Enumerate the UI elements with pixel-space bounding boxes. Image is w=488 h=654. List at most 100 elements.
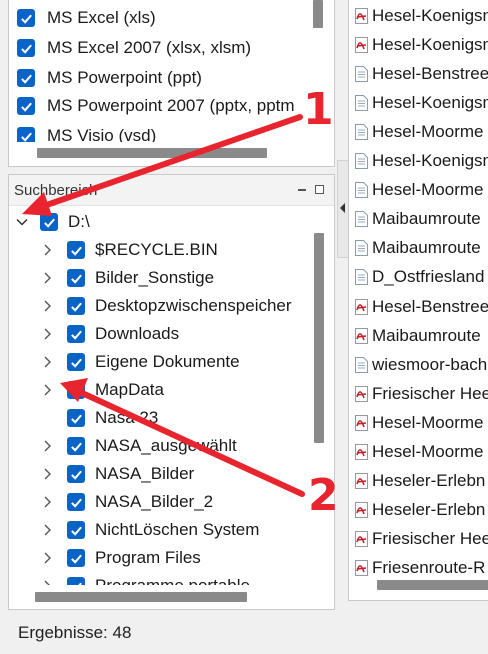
tree-item[interactable]: Nasa 23 [67,404,158,432]
result-item[interactable]: Hesel-Koenigsm [355,147,488,176]
result-item[interactable]: Heseler-Erlebn [355,467,485,496]
checkbox-checked-icon[interactable] [17,9,35,27]
minimize-icon[interactable] [298,189,306,191]
chevron-right-icon[interactable] [41,300,53,312]
tree-item[interactable]: NASA_Bilder [41,460,194,488]
horizontal-scrollbar-thumb[interactable] [37,148,267,158]
result-item[interactable]: Hesel-Moorme [355,117,483,146]
tree-item[interactable]: NichtLöschen System [41,516,259,544]
tree-item[interactable]: NASA_Bilder_2 [41,488,213,516]
chevron-right-icon[interactable] [41,328,53,340]
tree-item-label: Eigene Dokumente [95,352,240,371]
checkbox-checked-icon[interactable] [67,353,85,371]
horizontal-scrollbar-thumb[interactable] [377,580,488,590]
file-types-list: MS Excel (xls) MS Excel 2007 (xlsx, xlsm… [8,0,335,167]
result-item[interactable]: Maibaumroute [355,205,481,234]
result-item-label: Hesel-Moorme [372,121,484,141]
pdf-file-icon [355,298,368,315]
checkbox-checked-icon[interactable] [67,269,85,287]
pdf-file-icon [355,385,368,402]
tree-item[interactable]: Downloads [41,320,179,348]
text-file-icon [355,94,368,111]
tree-item-label: D:\ [68,212,90,231]
tree-item[interactable]: $RECYCLE.BIN [41,236,218,264]
chevron-right-icon[interactable] [41,272,53,284]
checkbox-checked-icon[interactable] [67,241,85,259]
tree-item[interactable]: Eigene Dokumente [41,348,240,376]
pdf-file-icon [355,502,368,519]
result-item[interactable]: Hesel-Koenigsn [355,1,488,30]
tree-item-label: NASA_Bilder_2 [95,492,214,511]
checkbox-checked-icon[interactable] [67,521,85,539]
chevron-right-icon[interactable] [41,244,53,256]
checkbox-checked-icon[interactable] [17,97,35,115]
tree-item-label: NichtLöschen System [95,520,260,539]
checkbox-checked-icon[interactable] [67,493,85,511]
chevron-right-icon[interactable] [41,552,53,564]
result-item[interactable]: Hesel-Benstree [355,292,488,321]
result-item[interactable]: Heseler-Erlebn [355,496,485,525]
checkbox-checked-icon[interactable] [67,409,85,427]
tree-item-label: NASA_ausgewählt [95,436,237,455]
tree-item[interactable]: NASA_ausgewählt [41,432,237,460]
vertical-scrollbar-thumb[interactable] [314,233,324,443]
checkbox-checked-icon[interactable] [40,213,58,231]
result-item[interactable]: D_Ostfriesland [355,263,484,292]
result-item-label: Hesel-Moorme [372,442,484,461]
result-item[interactable]: Hesel-Koenigsm [355,30,488,59]
result-item-label: Maibaumroute [372,238,481,258]
result-item[interactable]: Friesenroute-R [355,554,485,583]
pdf-file-icon [355,473,368,490]
result-item[interactable]: wiesmoor-bach [355,350,487,379]
result-item[interactable]: Hesel-Moorme [355,408,483,437]
tree-item[interactable]: Desktopzwischenspeicher [41,292,292,320]
checkbox-checked-icon[interactable] [17,69,35,87]
tree-item[interactable]: Program Files [41,544,201,572]
checkbox-checked-icon[interactable] [67,465,85,483]
search-area-panel: Suchbereich D:\ $RECYCLE.BIN Bilder_Sons… [8,174,335,610]
tree-root-item[interactable]: D:\ [16,208,90,236]
pdf-file-icon [355,531,368,548]
chevron-right-icon[interactable] [41,496,53,508]
file-type-item[interactable]: MS Excel (xls) [17,4,156,32]
tree-item-label: Program Files [95,548,201,567]
checkbox-checked-icon[interactable] [67,381,85,399]
checkbox-checked-icon[interactable] [17,39,35,57]
chevron-right-icon[interactable] [41,524,53,536]
result-item-label: Friesenroute-R [372,558,486,578]
result-item-label: Hesel-Moorme [372,180,484,200]
file-type-label: MS Powerpoint (ppt) [47,68,202,87]
result-item[interactable]: Hesel-Moorme [355,176,483,205]
result-item[interactable]: Maibaumroute [355,321,481,350]
checkbox-checked-icon[interactable] [67,325,85,343]
tree-item[interactable]: Bilder_Sonstige [41,264,214,292]
file-type-item[interactable]: MS Powerpoint 2007 (pptx, pptm [17,92,295,120]
text-file-icon [355,240,368,257]
result-item[interactable]: Maibaumroute [355,234,481,263]
chevron-right-icon[interactable] [41,384,53,396]
result-item[interactable]: Friesischer Hee [355,379,488,408]
result-item[interactable]: Hesel-Moorme [355,438,483,467]
tree-item-label: Desktopzwischenspeicher [95,296,292,315]
file-type-item[interactable]: MS Excel 2007 (xlsx, xlsm) [17,34,251,62]
annotation-number-2: 2 [308,470,339,521]
checkbox-checked-icon[interactable] [67,297,85,315]
result-item[interactable]: Hesel-Benstree [355,59,488,88]
file-type-item[interactable]: MS Powerpoint (ppt) [17,64,202,92]
search-area-header: Suchbereich [9,175,334,206]
chevron-right-icon[interactable] [41,440,53,452]
tree-item[interactable]: MapData [41,376,164,404]
result-item[interactable]: Friesischer Hee [355,525,488,554]
checkbox-checked-icon[interactable] [67,549,85,567]
checkbox-checked-icon[interactable] [67,437,85,455]
result-item[interactable]: Hesel-Koenigsm [355,88,488,117]
collapse-left-icon[interactable] [340,203,346,213]
status-bar: Ergebnisse: 48 [0,612,488,654]
chevron-right-icon[interactable] [41,356,53,368]
vertical-scrollbar-thumb[interactable] [313,0,323,28]
chevron-down-icon[interactable] [16,216,28,228]
maximize-icon[interactable] [315,185,324,194]
result-item-label: Hesel-Koenigsn [372,5,488,25]
chevron-right-icon[interactable] [41,468,53,480]
horizontal-scrollbar-thumb[interactable] [35,592,247,602]
